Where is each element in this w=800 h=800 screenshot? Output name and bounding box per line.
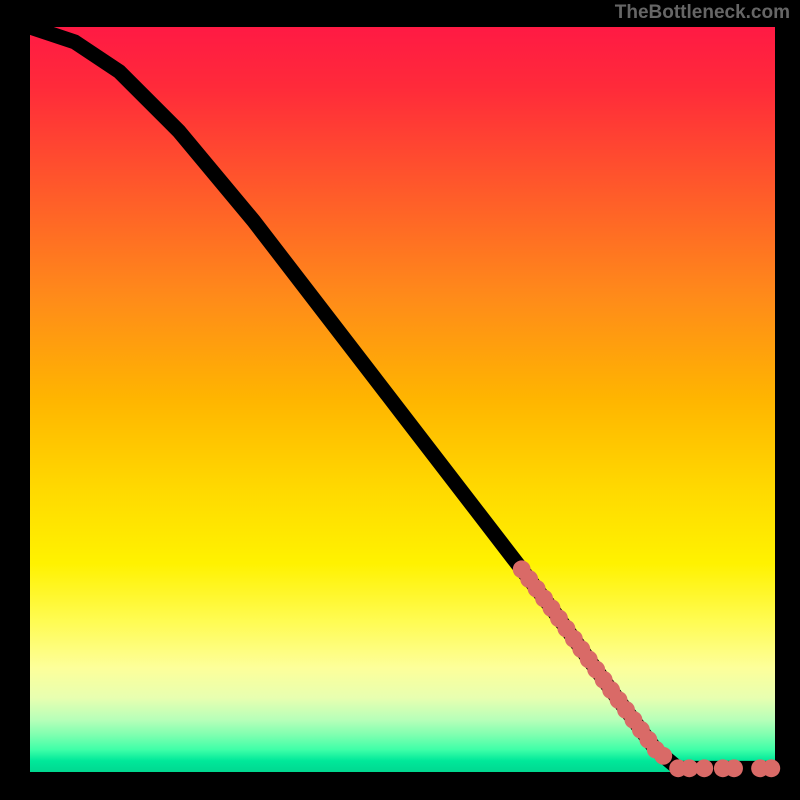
attribution-text: TheBottleneck.com bbox=[615, 2, 790, 24]
data-dots-group bbox=[513, 560, 780, 777]
data-dot bbox=[762, 759, 780, 777]
bottleneck-curve bbox=[30, 27, 775, 768]
chart-overlay bbox=[30, 27, 775, 772]
data-dot bbox=[654, 747, 672, 765]
data-dot bbox=[695, 759, 713, 777]
data-dot bbox=[725, 759, 743, 777]
